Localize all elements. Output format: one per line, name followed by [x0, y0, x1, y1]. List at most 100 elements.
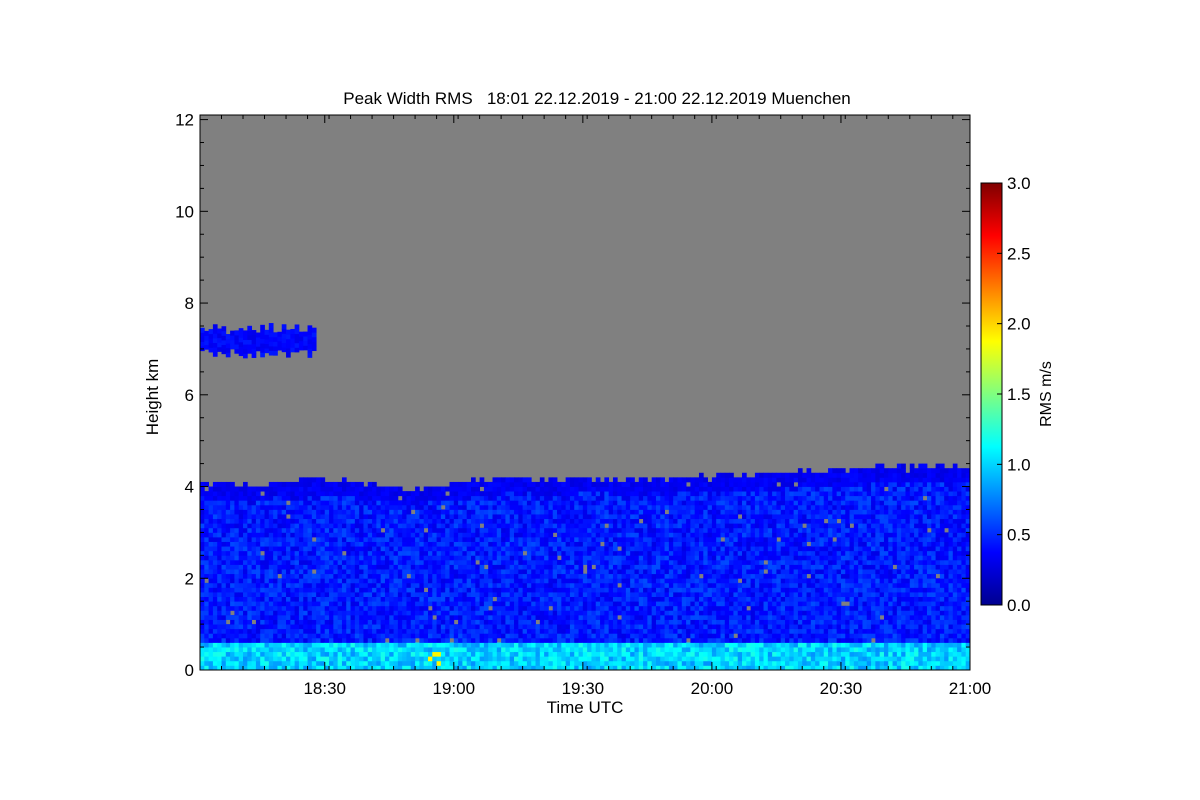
heatmap-cell: [320, 610, 326, 616]
heatmap-cell: [694, 518, 700, 524]
heatmap-cell: [350, 514, 356, 520]
heatmap-cell: [501, 610, 506, 616]
heatmap-cell: [617, 564, 622, 570]
heatmap-cell: [720, 642, 726, 648]
heatmap-cell: [535, 546, 541, 552]
heatmap-cell: [548, 509, 554, 515]
heatmap-cell: [316, 550, 321, 556]
heatmap-cell: [311, 578, 317, 584]
heatmap-cell: [453, 605, 459, 611]
heatmap-cell: [479, 532, 485, 538]
heatmap-cell: [432, 555, 437, 561]
heatmap-cell: [668, 601, 674, 607]
heatmap-cell: [716, 559, 721, 565]
heatmap-cell: [531, 491, 536, 497]
heatmap-cell: [212, 601, 218, 607]
heatmap-cell: [346, 491, 351, 497]
heatmap-cell: [544, 481, 549, 487]
heatmap-cell: [604, 491, 610, 497]
heatmap-cell: [569, 532, 575, 538]
heatmap-cell: [686, 578, 691, 584]
heatmap-cell: [290, 532, 296, 538]
heatmap-cell: [561, 573, 567, 579]
heatmap-cell: [471, 500, 476, 506]
heatmap-cell: [329, 642, 334, 648]
heatmap-cell: [264, 614, 270, 620]
heatmap-cell: [578, 610, 584, 616]
heatmap-cell: [415, 614, 420, 620]
heatmap-cell: [612, 596, 618, 602]
heatmap-cell: [436, 624, 442, 630]
heatmap-cell: [427, 614, 433, 620]
heatmap-cell: [483, 592, 489, 598]
heatmap-cell: [307, 619, 313, 625]
heatmap-cell: [393, 509, 399, 515]
heatmap-cell: [483, 601, 489, 607]
heatmap-cell: [273, 587, 278, 593]
heatmap-cell: [251, 624, 257, 630]
heatmap-cell: [565, 651, 571, 657]
heatmap-cell: [686, 523, 691, 529]
heatmap-cell: [655, 486, 661, 492]
heatmap-cell: [668, 587, 674, 593]
heatmap-cell: [449, 642, 455, 648]
heatmap-cell: [471, 656, 476, 662]
heatmap-cell: [479, 614, 485, 620]
heatmap-cell: [303, 523, 308, 529]
heatmap-cell: [673, 536, 678, 542]
heatmap-cell: [638, 651, 644, 657]
heatmap-cell: [346, 504, 351, 510]
heatmap-cell: [406, 509, 412, 515]
heatmap-cell: [354, 546, 360, 552]
heatmap-cell: [617, 610, 622, 616]
heatmap-cell: [320, 514, 326, 520]
heatmap-cell: [208, 642, 214, 648]
heatmap-cell: [509, 541, 515, 547]
heatmap-cell: [600, 546, 605, 552]
heatmap-cell: [290, 642, 296, 648]
heatmap-cell: [643, 592, 648, 598]
heatmap-cell: [483, 514, 489, 520]
heatmap-cell: [694, 509, 700, 515]
heatmap-cell: [281, 637, 287, 643]
heatmap-cell: [324, 642, 330, 648]
heatmap-cell: [630, 633, 635, 639]
heatmap-cell: [255, 564, 261, 570]
heatmap-cell: [690, 559, 696, 565]
heatmap-cell: [264, 536, 270, 542]
heatmap-cell: [711, 605, 717, 611]
heatmap-cell: [698, 541, 704, 547]
heatmap-cell: [384, 578, 390, 584]
heatmap-cell: [492, 628, 498, 634]
heatmap-cell: [544, 624, 549, 630]
heatmap-cell: [204, 637, 209, 643]
heatmap-cell: [466, 500, 472, 506]
heatmap-cell: [686, 546, 691, 552]
heatmap-cell: [608, 536, 614, 542]
heatmap-cell: [324, 559, 330, 565]
heatmap-cell: [243, 527, 248, 533]
heatmap-cell: [277, 637, 283, 643]
heatmap-cell: [552, 564, 558, 570]
heatmap-cell: [492, 541, 498, 547]
heatmap-cell: [716, 477, 721, 483]
heatmap-cell: [638, 628, 644, 634]
heatmap-cell: [372, 610, 377, 616]
heatmap-cell: [716, 500, 721, 506]
heatmap-cell: [251, 610, 257, 616]
heatmap-cell: [501, 559, 506, 565]
heatmap-cell: [668, 651, 674, 657]
heatmap-cell: [376, 559, 382, 565]
heatmap-cell: [565, 637, 571, 643]
heatmap-cell: [376, 614, 382, 620]
heatmap-cell: [415, 527, 420, 533]
heatmap-cell: [346, 651, 351, 657]
heatmap-cell: [539, 573, 545, 579]
heatmap-cell: [686, 592, 691, 598]
heatmap-cell: [724, 564, 730, 570]
heatmap-cell: [432, 491, 437, 497]
heatmap-cell: [686, 642, 691, 648]
heatmap-cell: [402, 504, 407, 510]
heatmap-cell: [582, 481, 588, 487]
heatmap-cell: [561, 523, 567, 529]
